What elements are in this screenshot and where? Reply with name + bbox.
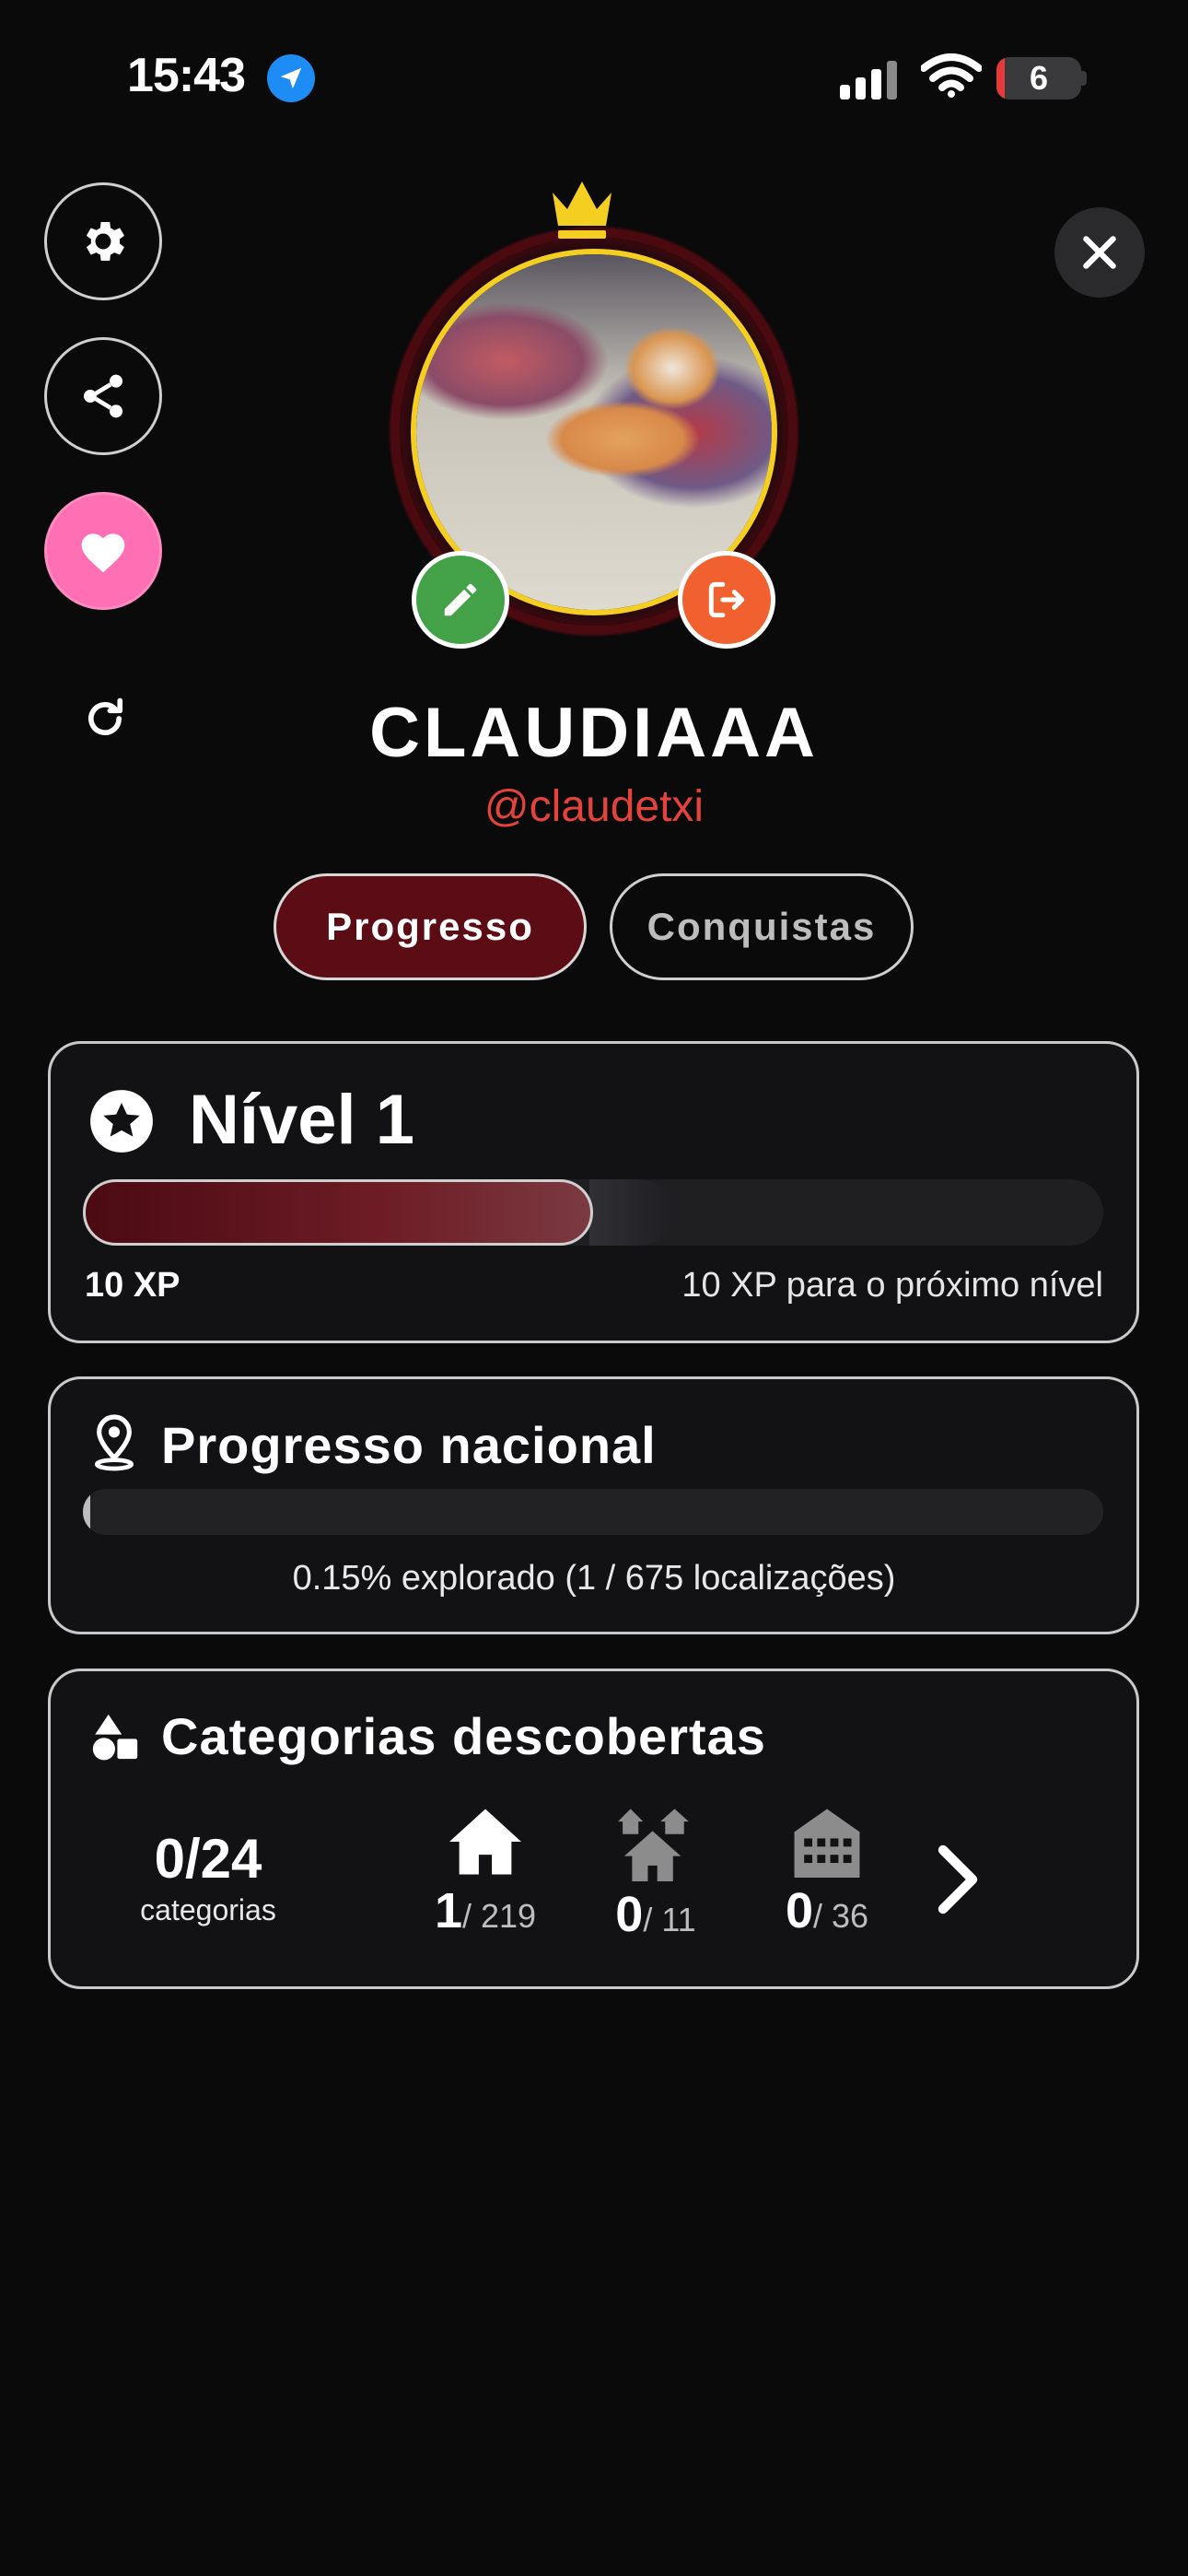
wifi-icon: [920, 53, 983, 102]
share-button[interactable]: [44, 337, 162, 455]
xp-next-level: 10 XP para o próximo nível: [681, 1266, 1103, 1305]
building-icon: [794, 1809, 860, 1878]
battery-cap: [1081, 71, 1087, 86]
battery-level: 6: [1029, 59, 1049, 97]
category-item-houses[interactable]: 0/ 11: [582, 1806, 729, 1943]
profile-name: CLAUDIAAA: [369, 694, 819, 772]
gear-icon: [86, 221, 124, 262]
pencil-icon: [444, 583, 477, 616]
level-title: Nível 1: [189, 1081, 415, 1159]
location-arrow-icon: [267, 54, 315, 102]
category-total: / 11: [643, 1901, 696, 1938]
categories-count-label: categorias: [140, 1893, 276, 1926]
edit-profile-button[interactable]: [412, 551, 509, 649]
logout-button[interactable]: [678, 551, 775, 649]
category-found: 0: [785, 1883, 813, 1938]
battery-indicator: 6: [996, 57, 1081, 100]
favorite-button[interactable]: [44, 492, 162, 610]
heart-icon: [81, 533, 125, 573]
category-total: / 36: [813, 1897, 869, 1935]
settings-button[interactable]: [44, 182, 162, 300]
national-progress-track: [83, 1489, 1103, 1535]
xp-current: 10 XP: [85, 1266, 181, 1305]
category-total: / 219: [461, 1897, 537, 1935]
crown-icon: [549, 180, 615, 245]
tab-progresso[interactable]: Progresso: [274, 873, 587, 980]
close-button[interactable]: [1054, 207, 1145, 298]
national-progress-title: Progresso nacional: [161, 1416, 657, 1474]
logout-icon: [708, 581, 745, 618]
categories-title: Categorias descobertas: [161, 1707, 766, 1765]
national-progress-summary: 0.15% explorado (1 / 675 localizações): [292, 1559, 896, 1598]
cellular-signal-icon: [840, 55, 897, 100]
houses-icon: [618, 1809, 689, 1881]
categories-count: 0/24: [154, 1828, 262, 1890]
category-item-building[interactable]: 0/ 36: [753, 1806, 901, 1939]
star-icon: [87, 1087, 156, 1160]
category-found: 0: [615, 1887, 644, 1942]
house-icon: [449, 1809, 521, 1875]
close-icon: [1083, 236, 1116, 269]
location-pin-icon: [88, 1414, 140, 1476]
tab-conquistas[interactable]: Conquistas: [610, 873, 914, 980]
profile-handle: @claudetxi: [483, 782, 705, 831]
xp-progress-shadow: [589, 1179, 672, 1246]
category-item-house[interactable]: 1/ 219: [412, 1806, 559, 1939]
chevron-right-icon[interactable]: [932, 1843, 984, 1921]
shapes-icon: [88, 1710, 142, 1768]
share-icon: [84, 374, 122, 418]
category-found: 1: [434, 1883, 462, 1938]
status-time: 15:43: [127, 49, 246, 102]
xp-progress-fill: [83, 1179, 593, 1246]
